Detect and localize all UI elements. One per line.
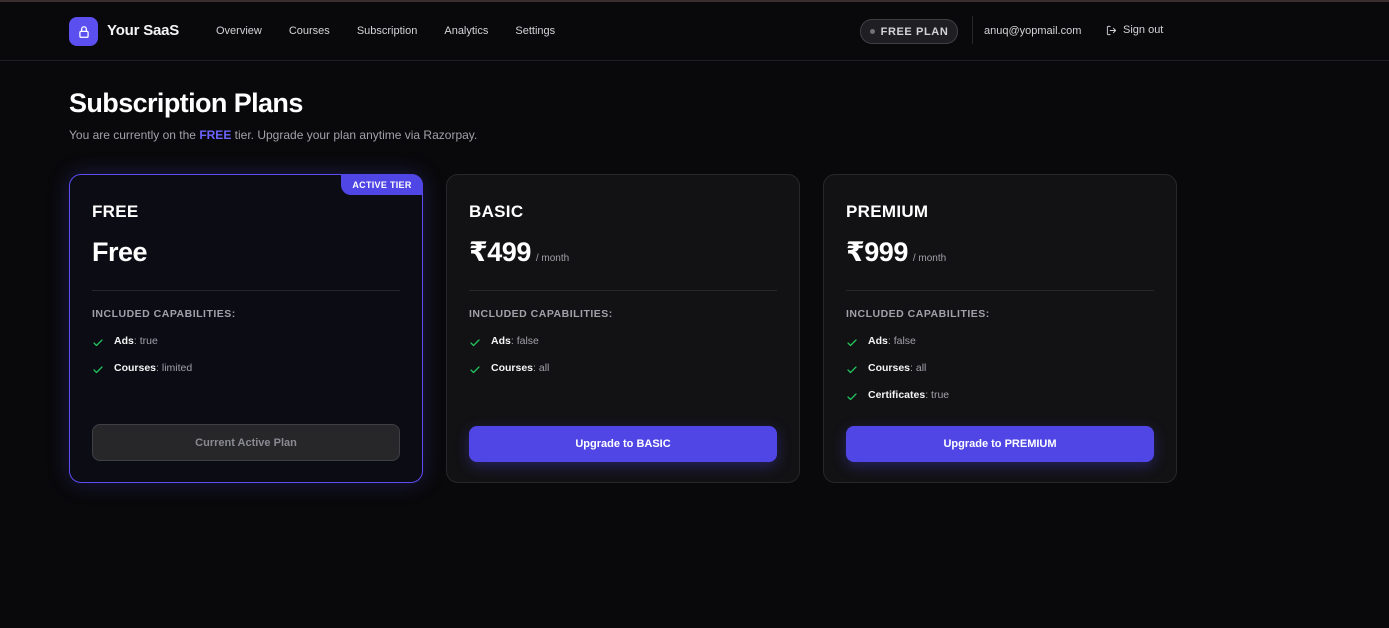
card-divider [846,290,1154,291]
nav-analytics[interactable]: Analytics [444,25,488,37]
plan-name: PREMIUM [846,202,929,221]
capability-key: Courses [114,361,157,374]
plan-name: BASIC [469,202,524,221]
capability-key: Ads [491,334,511,347]
capability-key: Courses [868,361,911,374]
check-icon [847,392,857,400]
price-period: / month [535,253,570,264]
header-divider [972,16,973,44]
price-amount: Free [92,237,148,267]
check-icon [470,338,480,346]
page-title: Subscription Plans [69,88,303,118]
plan-card-free: ACTIVE TIER FREE Free INCLUDED CAPABILIT… [69,174,423,483]
nav-courses[interactable]: Courses [289,25,330,37]
capability-value: false [516,334,539,347]
main-nav: Overview Courses Subscription Analytics … [216,25,582,37]
capabilities-list: Ads: true Courses: limited [92,327,192,381]
logo-lock-icon[interactable] [69,17,98,46]
brand-name[interactable]: Your SaaS [107,22,179,39]
current-plan-label: FREE PLAN [880,25,949,38]
capability-item: Ads: false [469,327,549,354]
capability-key: Ads [114,334,134,347]
capability-item: Courses: limited [92,354,192,381]
current-active-plan-button[interactable]: Current Active Plan [92,424,400,461]
capabilities-list: Ads: false Courses: all Certificates: tr… [846,327,949,408]
capability-value: true [139,334,158,347]
sign-out-button[interactable]: Sign out [1106,24,1163,36]
plan-price: ₹999 / month [846,237,946,268]
capabilities-title: INCLUDED CAPABILITIES: [846,308,990,320]
capabilities-title: INCLUDED CAPABILITIES: [92,308,236,320]
card-divider [92,290,400,291]
check-icon [470,365,480,373]
capability-key: Certificates [868,388,926,401]
price-amount: ₹999 [846,237,908,267]
nav-settings[interactable]: Settings [515,25,555,37]
plan-price: ₹499 / month [469,237,569,268]
capability-value: all [915,361,927,374]
capabilities-title: INCLUDED CAPABILITIES: [469,308,613,320]
capability-item: Courses: all [846,354,949,381]
sign-out-icon [1106,25,1117,35]
plan-name: FREE [92,202,139,221]
capabilities-list: Ads: false Courses: all [469,327,549,381]
check-icon [847,365,857,373]
plan-card-premium: PREMIUM ₹999 / month INCLUDED CAPABILITI… [823,174,1177,483]
nav-subscription[interactable]: Subscription [357,25,418,37]
capability-value: true [931,388,950,401]
nav-overview[interactable]: Overview [216,25,262,37]
price-amount: ₹499 [469,237,531,267]
capability-item: Certificates: true [846,381,949,408]
capability-key: Ads [868,334,888,347]
capability-item: Courses: all [469,354,549,381]
current-tier-highlight: FREE [199,128,232,142]
capability-key: Courses [491,361,534,374]
page-subtitle: You are currently on the FREE tier. Upgr… [69,128,477,142]
upgrade-premium-button[interactable]: Upgrade to PREMIUM [846,426,1154,462]
plan-card-basic: BASIC ₹499 / month INCLUDED CAPABILITIES… [446,174,800,483]
top-navbar: Your SaaS Overview Courses Subscription … [0,2,1389,61]
upgrade-basic-button[interactable]: Upgrade to BASIC [469,426,777,462]
check-icon [93,365,103,373]
check-icon [847,338,857,346]
capability-value: all [538,361,550,374]
sign-out-label: Sign out [1123,24,1164,36]
capability-value: false [893,334,916,347]
plan-dot-icon [869,29,875,34]
price-period: / month [912,253,947,264]
check-icon [93,338,103,346]
capability-item: Ads: false [846,327,949,354]
current-plan-badge: FREE PLAN [860,19,958,44]
user-email: anuq@yopmail.com [984,25,1082,37]
capability-value: limited [161,361,193,374]
card-divider [469,290,777,291]
subtitle-prefix: You are currently on the [69,128,200,142]
subtitle-suffix: tier. Upgrade your plan anytime via Razo… [231,128,478,142]
plan-price: Free [92,237,148,268]
active-tier-badge: ACTIVE TIER [341,174,423,195]
capability-item: Ads: true [92,327,192,354]
